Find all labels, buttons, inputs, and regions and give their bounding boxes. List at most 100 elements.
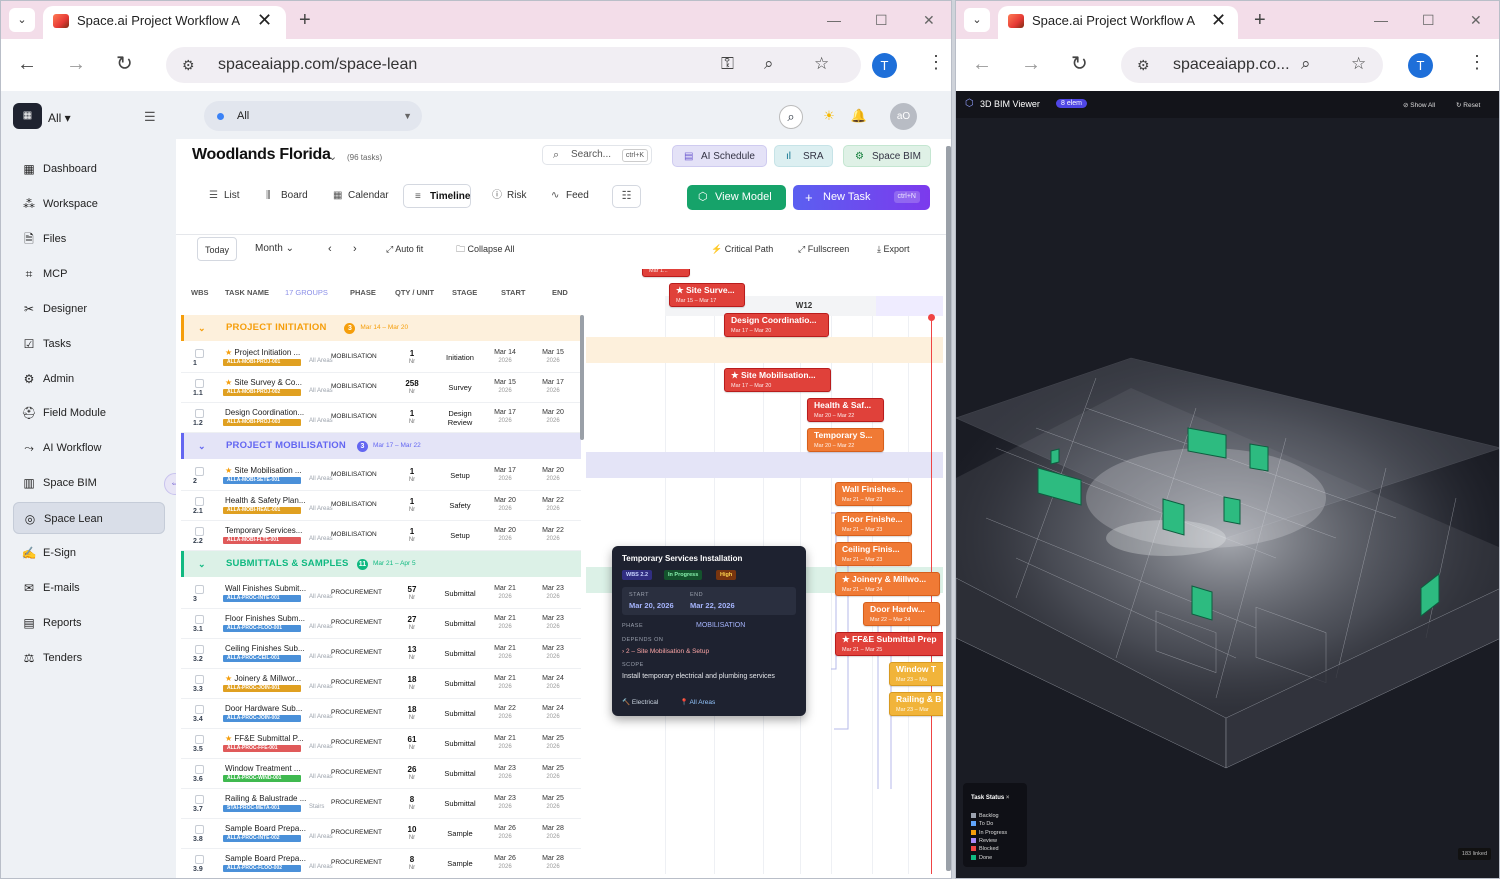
tab-feed[interactable]: ∿ Feed [546, 184, 589, 208]
col-task-name[interactable]: TASK NAME [225, 288, 269, 297]
close-icon[interactable]: × [1006, 795, 1010, 801]
tab-risk[interactable]: ⓘ Risk [487, 184, 526, 208]
minimize-icon[interactable]: — [827, 11, 841, 29]
user-avatar[interactable]: aO [890, 103, 917, 130]
sidebar-item-workspace[interactable]: ⁂ Workspace [13, 188, 165, 220]
group-row[interactable]: ⌄ PROJECT MOBILISATION 3 Mar 17 – Mar 22 [181, 433, 581, 459]
task-name[interactable]: ★ Site Mobilisation ... [225, 466, 319, 475]
back-icon[interactable]: ← [17, 52, 37, 76]
collapse-sidebar-icon[interactable]: ☰ [144, 109, 156, 125]
reload-icon[interactable]: ↻ [1071, 52, 1088, 76]
chevron-down-icon[interactable]: ⌄ [198, 315, 206, 341]
sidebar-item-files[interactable]: 🗎 Files [13, 223, 165, 255]
scale-select[interactable]: Month ⌄ [255, 237, 294, 261]
row-checkbox[interactable] [195, 825, 204, 834]
row-checkbox[interactable] [195, 765, 204, 774]
tab-board[interactable]: ⫼ Board [261, 184, 308, 208]
new-tab-icon[interactable]: + [299, 7, 311, 33]
back-icon[interactable]: ← [972, 52, 992, 76]
gantt-bar[interactable]: ★ Pro...Mar 1... [642, 269, 690, 277]
row-checkbox[interactable] [195, 527, 204, 536]
chevron-down-icon[interactable]: ⌄ [328, 150, 337, 163]
maximize-icon[interactable]: ☐ [1422, 11, 1435, 29]
new-tab-icon[interactable]: + [1254, 7, 1266, 33]
fullscreen-button[interactable]: ⤢ Fullscreen [798, 237, 849, 261]
profile-avatar[interactable]: T [1408, 53, 1433, 78]
chevron-down-icon[interactable]: ⌄ [198, 433, 206, 459]
ai-schedule-button[interactable]: ▤ AI Schedule [672, 145, 767, 167]
tab-search-button[interactable]: ⌄ [9, 8, 35, 32]
close-window-icon[interactable]: ✕ [1470, 11, 1482, 29]
row-checkbox[interactable] [195, 705, 204, 714]
sra-button[interactable]: ıl SRA [774, 145, 833, 167]
task-name[interactable]: Window Treatment ... [225, 764, 319, 773]
table-row[interactable]: 3.9 Sample Board Prepa... ALLA-PROC-FLOO-0… [181, 849, 581, 878]
row-checkbox[interactable] [195, 795, 204, 804]
gantt-bar[interactable]: ★ Site Mobilisation... Mar 17 – Mar 20 [724, 368, 831, 392]
gantt-bar[interactable]: Floor Finishe... Mar 21 – Mar 23 [835, 512, 912, 536]
table-row[interactable]: 3.8 Sample Board Prepa... ALLA-PROC-INTE-0… [181, 819, 581, 849]
sidebar-item-space-bim[interactable]: ▥ Space BIM [13, 467, 165, 499]
url-text[interactable]: spaceaiapp.com/space-lean [218, 47, 417, 83]
task-name[interactable]: Temporary Services... [225, 526, 319, 535]
task-name[interactable]: Railing & Balustrade ... [225, 794, 319, 803]
new-task-button[interactable]: + New Task ctrl+N [793, 185, 930, 210]
close-tab-icon[interactable]: ✕ [257, 6, 272, 34]
table-row[interactable]: 3.1 Floor Finishes Subm... ALLA-PROC-FLOO-… [181, 609, 581, 639]
sidebar-item-e-sign[interactable]: ✍ E-Sign [13, 537, 165, 569]
col-qty[interactable]: QTY / UNIT [395, 288, 434, 297]
sidebar-item-tasks[interactable]: ☑ Tasks [13, 328, 165, 360]
sidebar-item-space-lean[interactable]: ◎ Space Lean [13, 502, 165, 534]
gantt-bar[interactable]: ★ FF&E Submittal Prep Mar 21 – Mar 25 [835, 632, 943, 656]
gantt-bar[interactable]: Wall Finishes... Mar 21 – Mar 23 [835, 482, 912, 506]
browser-menu-icon[interactable]: ⋮ [927, 52, 945, 73]
row-checkbox[interactable] [195, 735, 204, 744]
bookmark-star-icon[interactable]: ☆ [814, 54, 829, 74]
gantt-bar[interactable]: Health & Saf... Mar 20 – Mar 22 [807, 398, 884, 422]
row-checkbox[interactable] [195, 497, 204, 506]
gantt-bar[interactable]: Window T Mar 23 – Ma [889, 662, 943, 686]
close-window-icon[interactable]: ✕ [923, 11, 935, 29]
tab-list[interactable]: ☰ List [204, 184, 240, 208]
task-name[interactable]: ★ Joinery & Millwor... [225, 674, 319, 683]
profile-avatar[interactable]: T [872, 53, 897, 78]
task-name[interactable]: Floor Finishes Subm... [225, 614, 319, 623]
search-input[interactable]: ⌕ Search... ctrl+K [542, 145, 652, 165]
zoom-icon[interactable]: ⌕ [1301, 54, 1311, 74]
gantt-bar[interactable]: Design Coordinatio... Mar 17 – Mar 20 [724, 313, 829, 337]
sidebar-item-mcp[interactable]: ⌗ MCP [13, 258, 165, 290]
table-row[interactable]: 1.2 Design Coordination... ALLA-MOBI-PROJ-… [181, 403, 581, 433]
tab-search-button[interactable]: ⌄ [964, 8, 990, 32]
sidebar-item-dashboard[interactable]: ▦ Dashboard [13, 153, 165, 185]
col-stage[interactable]: STAGE [452, 288, 477, 297]
page-scrollbar[interactable] [946, 146, 951, 871]
zoom-icon[interactable]: ⌕ [764, 54, 774, 74]
sidebar-item-tenders[interactable]: ⚖ Tenders [13, 642, 165, 674]
row-checkbox[interactable] [195, 409, 204, 418]
browser-menu-icon[interactable]: ⋮ [1468, 52, 1486, 73]
gantt-bar[interactable]: Ceiling Finis... Mar 21 – Mar 23 [835, 542, 912, 566]
page-title[interactable]: Woodlands Florida [192, 146, 331, 164]
table-row[interactable]: 2 ★ Site Mobilisation ... ALLA-MOBI-SETE-0… [181, 461, 581, 491]
search-icon[interactable]: ⌕ [779, 105, 803, 129]
chevron-down-icon[interactable]: ⌄ [198, 551, 206, 577]
sidebar-item-e-mails[interactable]: ✉ E-mails [13, 572, 165, 604]
col-phase[interactable]: PHASE [350, 288, 376, 297]
task-name[interactable]: Design Coordination... [225, 408, 319, 417]
next-icon[interactable]: › [353, 237, 357, 261]
task-name[interactable]: Sample Board Prepa... [225, 854, 319, 863]
task-name[interactable]: Wall Finishes Submit... [225, 584, 319, 593]
site-settings-icon[interactable]: ⚙ [182, 57, 195, 74]
table-row[interactable]: 3.2 Ceiling Finishes Sub... ALLA-PROC-CEIL… [181, 639, 581, 669]
site-settings-icon[interactable]: ⚙ [1137, 57, 1150, 74]
table-row[interactable]: 3.4 Door Hardware Sub... ALLA-PROC-JOIN-00… [181, 699, 581, 729]
row-checkbox[interactable] [195, 585, 204, 594]
table-row[interactable]: 3.5 ★ FF&E Submittal P... ALLA-PROC-FFE-00… [181, 729, 581, 759]
filter-settings-icon[interactable]: ☷ [612, 185, 641, 208]
tab-calendar[interactable]: ▦ Calendar [328, 184, 389, 208]
table-row[interactable]: 3 Wall Finishes Submit... ALLA-PROC-INTE-0… [181, 579, 581, 609]
row-checkbox[interactable] [195, 349, 204, 358]
row-checkbox[interactable] [195, 855, 204, 864]
view-model-button[interactable]: ⬡ View Model [687, 185, 786, 210]
reset-button[interactable]: ↻ Reset [1456, 101, 1480, 109]
